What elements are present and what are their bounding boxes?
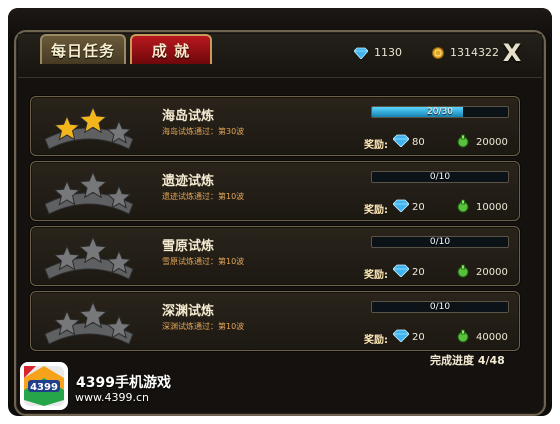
star-rating bbox=[41, 229, 137, 285]
green-potion-icon bbox=[456, 199, 470, 216]
brand-name: 4399手机游戏 bbox=[76, 375, 171, 391]
green-potion-icon bbox=[456, 329, 470, 346]
gem-balance-value: 1130 bbox=[374, 46, 402, 59]
trial-card[interactable]: 遗迹试炼遗迹试炼通过：第10波 0/10 奖励: 20 10000 bbox=[30, 161, 520, 221]
gem-reward-value: 20 bbox=[412, 201, 425, 213]
tab-daily-tasks[interactable]: 每日任务 bbox=[40, 34, 126, 64]
reward-label: 奖励: bbox=[364, 335, 388, 346]
tab-achievement[interactable]: 成 就 bbox=[130, 34, 212, 64]
progress-text: 20/30 bbox=[427, 107, 453, 117]
reward-label: 奖励: bbox=[364, 270, 388, 281]
gem-reward-value: 20 bbox=[412, 266, 425, 278]
gem-reward: 20 bbox=[392, 199, 425, 215]
trial-title: 海岛试炼 bbox=[162, 109, 215, 124]
trial-progress-bar: 0/10 bbox=[371, 301, 509, 313]
progress-text: 0/10 bbox=[429, 302, 451, 312]
brand-url: www.4399.cn bbox=[75, 391, 149, 404]
progress-text: 0/10 bbox=[429, 172, 451, 182]
coin-balance-value: 1314322 bbox=[450, 46, 499, 59]
completion-progress: 完成进度 4/48 bbox=[430, 354, 505, 367]
star-rating bbox=[41, 99, 137, 155]
gem-icon bbox=[354, 47, 368, 59]
gem-icon bbox=[392, 134, 410, 150]
brand-watermark: 4399 4399手机游戏 www.4399.cn bbox=[18, 360, 188, 414]
green-reward-value: 40000 bbox=[476, 332, 508, 343]
progress-text: 0/10 bbox=[429, 237, 451, 247]
green-reward: 10000 bbox=[456, 199, 508, 216]
trial-progress-bar: 20/30 bbox=[371, 106, 509, 118]
trial-description: 深渊试炼通过：第10波 bbox=[162, 322, 245, 331]
trial-description: 遗迹试炼通过：第10波 bbox=[162, 192, 245, 201]
green-reward: 20000 bbox=[456, 134, 508, 151]
green-reward-value: 20000 bbox=[476, 267, 508, 278]
green-reward-value: 10000 bbox=[476, 202, 508, 213]
green-potion-icon bbox=[456, 264, 470, 281]
svg-text:4399: 4399 bbox=[30, 382, 58, 393]
trial-title: 雪原试炼 bbox=[162, 239, 215, 254]
trial-card[interactable]: 深渊试炼深渊试炼通过：第10波 0/10 奖励: 20 40000 bbox=[30, 291, 520, 351]
trial-progress-bar: 0/10 bbox=[371, 236, 509, 248]
trial-card[interactable]: 海岛试炼海岛试炼通过：第30波 20/30 奖励: 80 20000 bbox=[30, 96, 520, 156]
trial-title: 遗迹试炼 bbox=[162, 174, 215, 189]
star-rating bbox=[41, 164, 137, 220]
brand-logo-icon: 4399 bbox=[18, 360, 70, 412]
gem-balance: 1130 bbox=[354, 46, 402, 59]
coin-icon bbox=[432, 46, 444, 59]
trial-description: 海岛试炼通过：第30波 bbox=[162, 127, 245, 136]
gem-reward-value: 20 bbox=[412, 331, 425, 343]
green-reward-value: 20000 bbox=[476, 137, 508, 148]
trial-title: 深渊试炼 bbox=[162, 304, 215, 319]
reward-label: 奖励: bbox=[364, 205, 388, 216]
gem-reward: 20 bbox=[392, 329, 425, 345]
gem-reward-value: 80 bbox=[412, 136, 425, 148]
trial-card[interactable]: 雪原试炼雪原试炼通过：第10波 0/10 奖励: 20 20000 bbox=[30, 226, 520, 286]
green-potion-icon bbox=[456, 134, 470, 151]
gem-icon bbox=[392, 329, 410, 345]
green-reward: 40000 bbox=[456, 329, 508, 346]
close-button[interactable]: X bbox=[501, 41, 523, 65]
trial-description: 雪原试炼通过：第10波 bbox=[162, 257, 245, 266]
star-rating bbox=[41, 294, 137, 350]
coin-balance: 1314322 bbox=[432, 46, 499, 59]
gem-icon bbox=[392, 199, 410, 215]
reward-label: 奖励: bbox=[364, 140, 388, 151]
gem-icon bbox=[392, 264, 410, 280]
gem-reward: 80 bbox=[392, 134, 425, 150]
green-reward: 20000 bbox=[456, 264, 508, 281]
gem-reward: 20 bbox=[392, 264, 425, 280]
trial-progress-bar: 0/10 bbox=[371, 171, 509, 183]
